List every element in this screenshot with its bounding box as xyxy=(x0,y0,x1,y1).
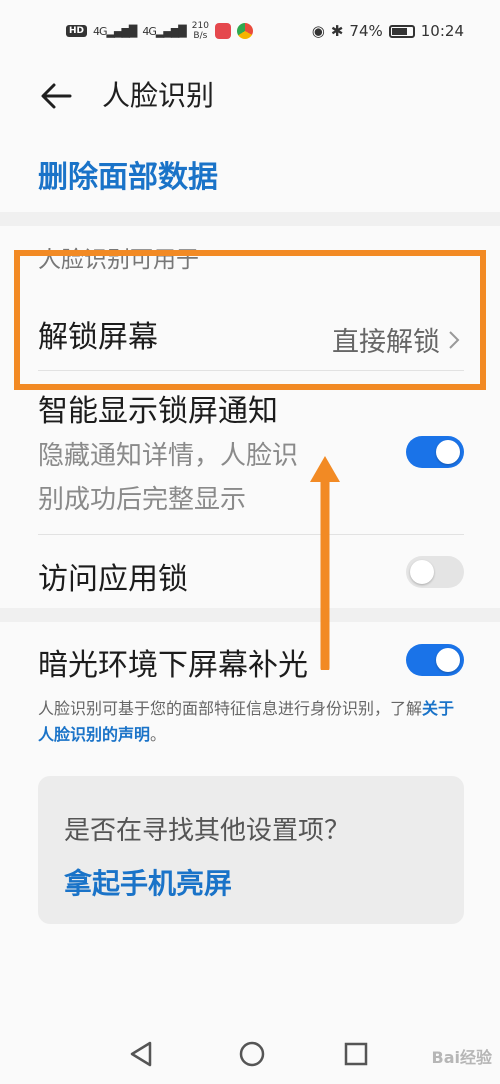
nav-recent-apps-icon[interactable] xyxy=(344,1042,368,1066)
app-lock-row: 访问应用锁 xyxy=(38,554,464,604)
smart-notifications-row: 智能显示锁屏通知 隐藏通知详情，人脸识 别成功后完整显示 xyxy=(38,386,464,526)
chevron-right-icon xyxy=(449,330,460,349)
nav-back-icon[interactable] xyxy=(128,1040,154,1068)
unlock-screen-row[interactable]: 解锁屏幕 直接解锁 xyxy=(38,312,464,366)
annotation-arrow-icon xyxy=(310,456,340,670)
bluetooth-icon: ✱ xyxy=(330,22,344,40)
top-bar: 人脸识别 xyxy=(0,62,500,132)
app-notification-icon-2 xyxy=(236,23,253,39)
navigation-bar: Bai经验 xyxy=(0,1020,500,1084)
suggestion-card: 是否在寻找其他设置项？ 拿起手机亮屏 xyxy=(38,776,464,924)
fill-light-row: 暗光环境下屏幕补光 xyxy=(38,640,464,690)
suggestion-question: 是否在寻找其他设置项？ xyxy=(64,816,351,846)
hd-voice-icon: HD xyxy=(66,25,88,37)
page-title: 人脸识别 xyxy=(102,79,215,112)
smart-notifications-desc-line1: 隐藏通知详情，人脸识 xyxy=(38,441,299,471)
smart-notifications-toggle[interactable] xyxy=(406,436,464,468)
back-arrow-icon[interactable] xyxy=(38,76,78,116)
raise-to-wake-link[interactable]: 拿起手机亮屏 xyxy=(64,862,232,902)
row-divider xyxy=(38,534,464,535)
watermark: Bai经验 xyxy=(431,1048,492,1067)
app-notification-icon xyxy=(214,23,231,39)
unlock-mode-value: 直接解锁 xyxy=(332,320,460,359)
clock: 10:24 xyxy=(420,22,464,40)
signal-icon-2: 4G▂▄▆█ xyxy=(142,24,186,38)
status-bar: HD 4G▂▄▆█ 4G▂▄▆█ 210 B/s ◉ ✱ 74% 10:24 xyxy=(0,0,500,62)
battery-icon xyxy=(388,24,415,38)
section-divider xyxy=(0,212,500,226)
fill-light-toggle[interactable] xyxy=(406,644,464,676)
privacy-note: 人脸识别可基于您的面部特征信息进行身份识别，了解关于人脸识别的声明。 xyxy=(38,699,455,744)
smart-notifications-desc-line2: 别成功后完整显示 xyxy=(38,485,247,515)
eye-icon: ◉ xyxy=(311,22,325,40)
app-lock-label: 访问应用锁 xyxy=(38,562,188,597)
fill-light-label: 暗光环境下屏幕补光 xyxy=(38,648,308,683)
smart-notifications-label: 智能显示锁屏通知 xyxy=(38,394,278,429)
battery-percent: 74% xyxy=(349,22,383,40)
row-divider xyxy=(38,370,464,371)
signal-icon-1: 4G▂▄▆█ xyxy=(93,24,137,38)
nav-home-icon[interactable] xyxy=(238,1040,266,1068)
section-divider xyxy=(0,608,500,622)
network-speed: 210 B/s xyxy=(191,21,209,41)
section-label: 人脸识别可用于 xyxy=(38,247,199,273)
app-lock-toggle[interactable] xyxy=(406,556,464,588)
delete-face-data-link[interactable]: 删除面部数据 xyxy=(38,152,218,196)
